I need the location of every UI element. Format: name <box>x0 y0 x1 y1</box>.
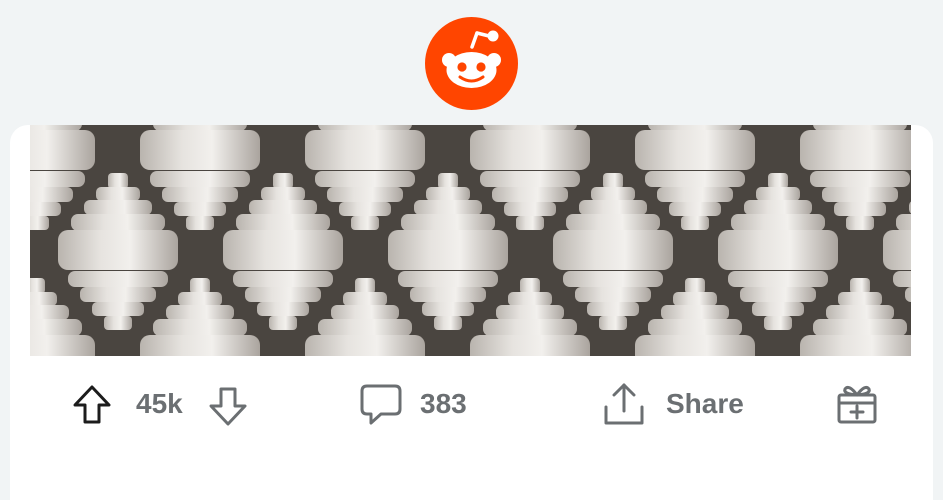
upvote-count: 45k <box>136 388 183 419</box>
post-action-bar: 45k 383 Share <box>10 375 933 433</box>
gift-award-icon[interactable] <box>835 381 879 430</box>
post-image[interactable] <box>30 125 911 356</box>
post-card: 45k 383 Share <box>10 125 933 500</box>
share-upload-icon[interactable] <box>602 381 646 432</box>
share-button[interactable]: Share <box>666 387 744 421</box>
arrow-down-icon[interactable] <box>209 387 247 432</box>
speech-bubble-icon[interactable] <box>359 383 403 432</box>
comment-count[interactable]: 383 <box>420 387 467 421</box>
reddit-logo-icon[interactable] <box>425 17 518 110</box>
arrow-up-icon[interactable] <box>73 385 111 430</box>
